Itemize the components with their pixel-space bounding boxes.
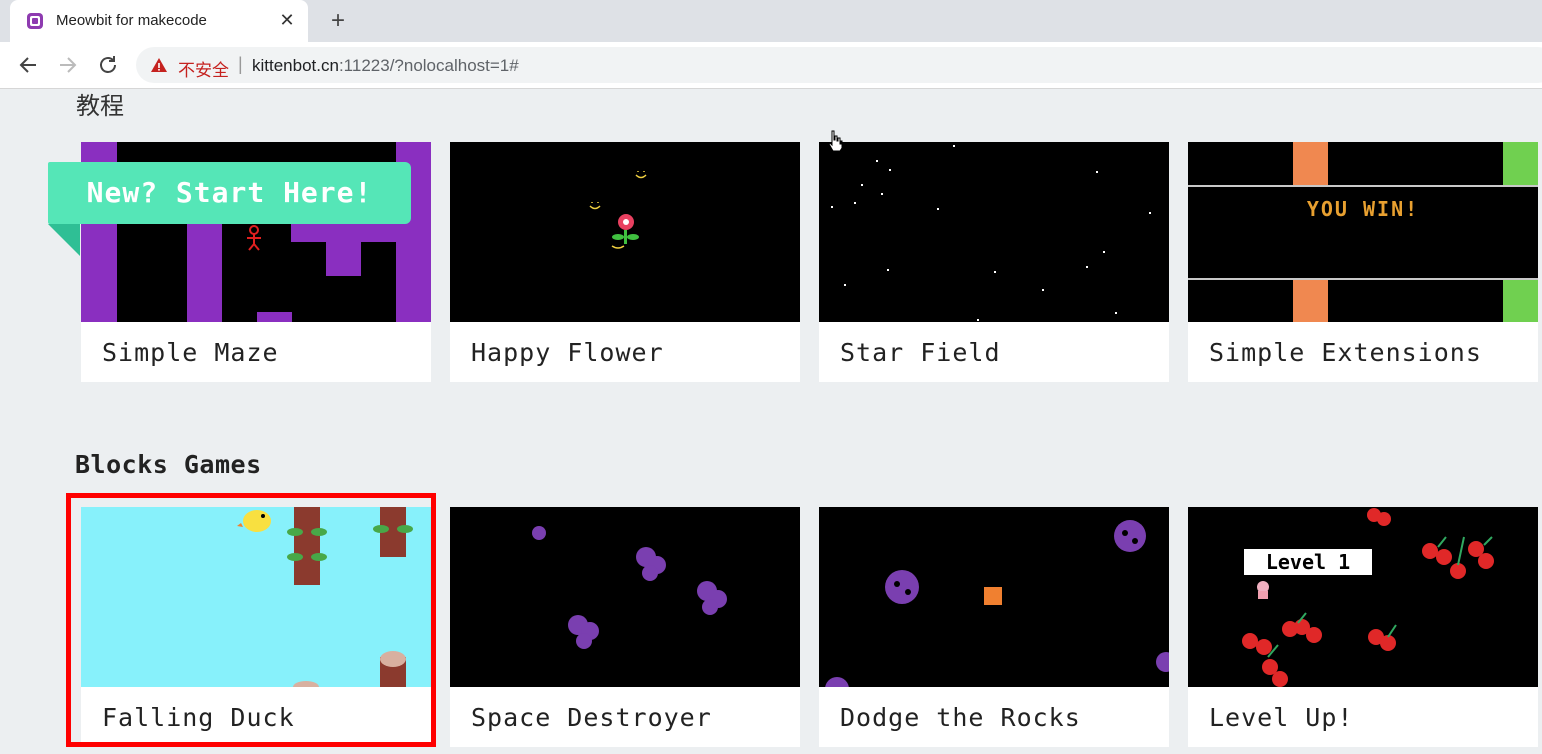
back-arrow-icon[interactable] <box>16 53 40 77</box>
close-tab-icon[interactable]: ✕ <box>276 9 298 31</box>
card-happy-flower[interactable]: Happy Flower <box>450 142 800 382</box>
url-path: :11223/?nolocalhost=1# <box>338 56 519 75</box>
star-field-thumbnail <box>819 142 1169 322</box>
start-here-label: New? Start Here! <box>86 176 373 209</box>
warning-icon <box>150 57 168 73</box>
browser-tab[interactable]: Meowbit for makecode ✕ <box>10 0 308 42</box>
hand-cursor-icon <box>827 130 843 152</box>
address-separator: | <box>238 54 243 74</box>
card-label: Simple Maze <box>102 338 279 367</box>
card-dodge-the-rocks[interactable]: Dodge the Rocks <box>819 507 1169 747</box>
ribbon-fold <box>48 224 80 256</box>
browser-toolbar: 不安全 | kittenbot.cn:11223/?nolocalhost=1# <box>0 42 1542 89</box>
level-text: Level 1 <box>1266 550 1350 574</box>
card-label: Star Field <box>840 338 1001 367</box>
reload-icon[interactable] <box>96 53 120 77</box>
card-label: Happy Flower <box>471 338 664 367</box>
tutorials-heading: 教程 <box>76 92 124 120</box>
card-label: Level Up! <box>1209 703 1354 732</box>
space-destroyer-thumbnail <box>450 507 800 687</box>
selection-highlight-box <box>66 493 436 747</box>
simple-extensions-thumbnail: YOU WIN! <box>1188 142 1538 322</box>
happy-flower-thumbnail <box>450 142 800 322</box>
level-up-thumbnail: Level 1 <box>1188 507 1538 687</box>
start-here-ribbon[interactable]: New? Start Here! <box>48 162 411 224</box>
makecode-favicon-icon <box>26 12 44 30</box>
new-tab-icon[interactable]: + <box>326 7 350 35</box>
browser-tab-bar: Meowbit for makecode ✕ + <box>0 0 1542 42</box>
card-label: Simple Extensions <box>1209 338 1482 367</box>
you-win-text: YOU WIN! <box>1307 197 1419 221</box>
address-bar[interactable]: 不安全 | kittenbot.cn:11223/?nolocalhost=1# <box>136 47 1542 83</box>
card-space-destroyer[interactable]: Space Destroyer <box>450 507 800 747</box>
blocks-games-heading: Blocks Games <box>75 450 262 479</box>
card-level-up[interactable]: Level 1 Level Up! <box>1188 507 1538 747</box>
dodge-the-rocks-thumbnail <box>819 507 1169 687</box>
card-label: Space Destroyer <box>471 703 712 732</box>
url-host: kittenbot.cn <box>252 56 339 75</box>
card-simple-extensions[interactable]: YOU WIN! Simple Extensions <box>1188 142 1538 382</box>
card-star-field[interactable]: Star Field <box>819 142 1169 382</box>
security-status[interactable]: 不安全 <box>178 56 229 81</box>
forward-arrow-icon[interactable] <box>56 53 80 77</box>
tab-title: Meowbit for makecode <box>56 12 207 29</box>
url-text[interactable]: kittenbot.cn:11223/?nolocalhost=1# <box>252 56 519 76</box>
card-label: Dodge the Rocks <box>840 703 1081 732</box>
